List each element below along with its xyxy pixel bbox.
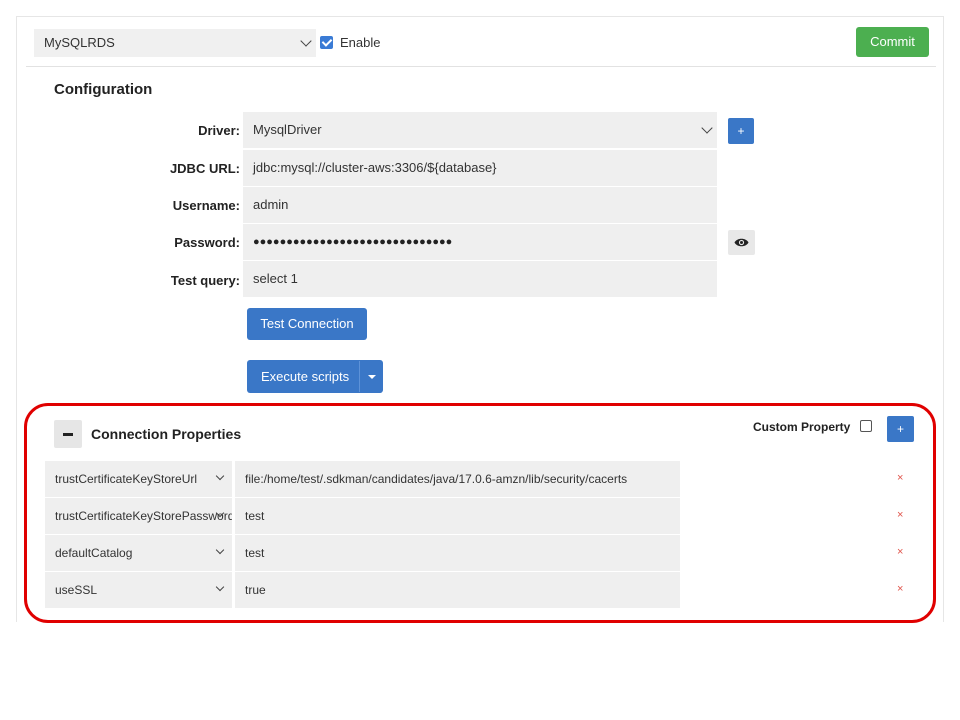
enable-checkbox[interactable] [320,36,333,49]
caret-down-icon[interactable] [368,375,376,379]
split-divider [359,361,360,392]
datasource-select[interactable]: MySQLRDS [34,29,316,57]
property-key-value: trustCertificateKeyStoreUrl [55,472,198,486]
divider [26,66,936,67]
jdbc-url-label: JDBC URL: [169,161,240,176]
delete-property-button[interactable]: × [897,546,903,558]
property-key-value: useSSL [55,583,98,597]
delete-property-button[interactable]: × [897,509,903,521]
property-key-select[interactable]: trustCertificateKeyStoreUrl [45,461,232,497]
driver-label: Driver: [198,123,240,138]
test-query-input[interactable]: select 1 [243,261,717,297]
property-key-select[interactable]: useSSL [45,572,232,608]
test-connection-button[interactable]: Test Connection [247,308,367,340]
password-label: Password: [174,235,240,250]
property-value-input[interactable]: true [235,572,680,608]
property-value-input[interactable]: file:/home/test/.sdkman/candidates/java/… [235,461,680,497]
configuration-title: Configuration [54,81,153,98]
username-label: Username: [172,198,240,213]
property-key-value: defaultCatalog [55,546,133,560]
execute-scripts-label: Execute scripts [261,369,350,384]
delete-property-button[interactable]: × [897,472,903,484]
collapse-button[interactable] [54,420,82,448]
minus-icon [63,433,73,436]
chevron-down-icon [300,35,312,47]
driver-select[interactable]: MysqlDriver [243,112,717,148]
property-key-value: trustCertificateKeyStorePassword [55,509,232,523]
execute-scripts-button[interactable]: Execute scripts [247,360,383,393]
add-property-button[interactable]: + [887,416,914,442]
chevron-down-icon [701,122,713,134]
delete-property-button[interactable]: × [897,583,903,595]
jdbc-url-input[interactable]: jdbc:mysql://cluster-aws:3306/${database… [243,150,717,186]
password-input[interactable]: ●●●●●●●●●●●●●●●●●●●●●●●●●●●●●● [243,224,717,260]
datasource-select-value: MySQLRDS [44,35,115,50]
property-key-select[interactable]: trustCertificateKeyStorePassword [45,498,232,534]
eye-icon [734,238,749,247]
commit-button[interactable]: Commit [856,27,929,57]
custom-property-label: Custom Property [753,420,851,434]
property-key-select[interactable]: defaultCatalog [45,535,232,571]
property-value-input[interactable]: test [235,535,680,571]
property-value-input[interactable]: test [235,498,680,534]
show-password-button[interactable] [728,230,755,255]
test-query-label: Test query: [170,273,240,288]
username-input[interactable]: admin [243,187,717,223]
add-driver-button[interactable]: + [728,118,754,144]
driver-select-value: MysqlDriver [253,122,322,137]
custom-property-checkbox[interactable] [860,420,872,432]
connection-properties-title: Connection Properties [91,426,242,442]
enable-label: Enable [340,35,381,50]
